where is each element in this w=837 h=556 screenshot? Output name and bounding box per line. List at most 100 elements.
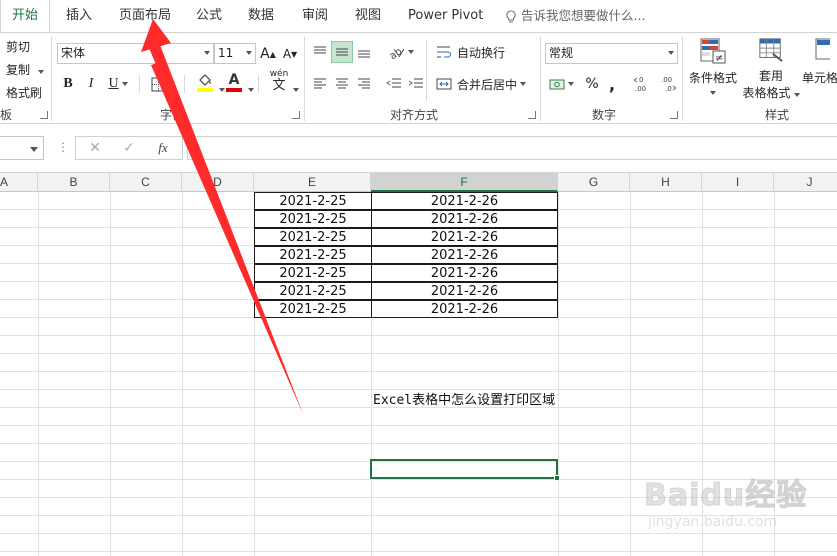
comma-button[interactable]: , — [605, 73, 619, 95]
bold-button[interactable]: B — [60, 73, 76, 95]
cell-styles-button[interactable]: 单元格 — [802, 37, 837, 101]
align-bottom-button[interactable] — [353, 41, 375, 63]
tab-home[interactable]: 开始 — [0, 0, 50, 32]
column-header-d[interactable]: D — [182, 173, 254, 192]
copy-button[interactable]: 复制 — [6, 61, 45, 78]
wrap-text-button[interactable]: 自动换行 — [436, 41, 510, 63]
orientation-button[interactable]: ab — [386, 41, 416, 63]
table-cell[interactable]: 2021-2-26 — [371, 192, 558, 210]
table-cell[interactable]: 2021-2-26 — [371, 210, 558, 228]
column-header-b[interactable]: B — [38, 173, 110, 192]
lightbulb-icon — [506, 9, 516, 23]
fill-handle[interactable] — [554, 475, 560, 481]
column-header-j[interactable]: J — [774, 173, 837, 192]
tab-review[interactable]: 审阅 — [302, 0, 328, 32]
decrease-decimal-button[interactable]: .00 .0 — [659, 73, 679, 95]
table-cell[interactable]: 2021-2-25 — [254, 300, 372, 318]
table-cell[interactable]: 2021-2-26 — [371, 264, 558, 282]
shrink-font-icon: A — [282, 47, 292, 61]
number-format-combo[interactable]: 常规 — [545, 43, 678, 64]
align-middle-button[interactable] — [331, 41, 353, 63]
borders-icon — [151, 77, 166, 91]
number-launcher-icon[interactable] — [670, 111, 678, 119]
format-as-table-button[interactable]: 套用 表格格式 — [740, 37, 802, 101]
table-cell[interactable]: 2021-2-26 — [371, 300, 558, 318]
font-color-button[interactable]: A — [224, 71, 244, 93]
font-size-combo[interactable]: 11 — [214, 43, 256, 64]
table-cell[interactable]: 2021-2-26 — [371, 228, 558, 246]
chevron-down-icon — [248, 88, 254, 92]
increase-indent-button[interactable] — [405, 73, 427, 95]
active-cell-selection[interactable] — [370, 459, 560, 481]
text-orientation-icon: ab — [389, 46, 404, 59]
svg-text:.0: .0 — [665, 85, 672, 93]
tell-me-box[interactable]: 告诉我您想要做什么... — [505, 0, 645, 32]
chevron-down-icon — [793, 93, 800, 97]
shrink-font-button[interactable]: A ▼ — [281, 43, 299, 65]
align-left-button[interactable] — [309, 73, 331, 95]
merge-center-button[interactable]: 合并后居中 — [436, 73, 532, 95]
table-cell[interactable]: 2021-2-25 — [254, 282, 372, 300]
column-header-a[interactable]: A — [0, 173, 38, 192]
note-cell[interactable]: Excel表格中怎么设置打印区域 — [373, 389, 555, 408]
align-right-button[interactable] — [353, 73, 375, 95]
cut-button[interactable]: 剪切 — [6, 38, 30, 55]
fill-color-swatch — [197, 88, 213, 92]
chevron-down-icon — [293, 88, 299, 92]
table-cell[interactable]: 2021-2-25 — [254, 246, 372, 264]
paint-bucket-icon — [199, 74, 211, 86]
align-top-button[interactable] — [309, 41, 331, 63]
format-painter-button[interactable]: 格式刷 — [6, 84, 42, 101]
tab-page-layout[interactable]: 页面布局 — [119, 0, 171, 32]
decrease-indent-icon — [386, 78, 401, 88]
column-header-g[interactable]: G — [558, 173, 630, 192]
table-cell[interactable]: 2021-2-26 — [371, 282, 558, 300]
insert-function-icon[interactable]: fx — [150, 137, 176, 159]
column-header-i[interactable]: I — [702, 173, 774, 192]
decrease-indent-button[interactable] — [383, 73, 405, 95]
table-cell[interactable]: 2021-2-25 — [254, 264, 372, 282]
table-cell[interactable]: 2021-2-25 — [254, 192, 372, 210]
percent-button[interactable]: % — [583, 73, 601, 95]
tab-insert[interactable]: 插入 — [66, 0, 92, 32]
clipboard-launcher-icon[interactable] — [40, 111, 48, 119]
ribbon: 剪切 复制 格式刷 板 宋体 11 A ▲ A ▼ B I U A wén 文 … — [0, 32, 837, 124]
font-launcher-icon[interactable] — [292, 111, 300, 119]
conditional-formatting-button[interactable]: ≠ 条件格式 — [688, 37, 738, 101]
enter-icon[interactable]: ✓ — [116, 137, 142, 159]
phonetic-dropdown[interactable] — [290, 81, 299, 95]
column-header-h[interactable]: H — [630, 173, 702, 192]
tab-power-pivot[interactable]: Power Pivot — [408, 0, 483, 32]
underline-button[interactable]: U — [104, 73, 132, 95]
accounting-format-button[interactable] — [546, 73, 576, 95]
table-cell[interactable]: 2021-2-26 — [371, 246, 558, 264]
grow-font-icon: A — [260, 46, 270, 62]
name-box[interactable] — [0, 136, 44, 160]
grow-font-button[interactable]: A ▲ — [259, 43, 277, 65]
italic-button[interactable]: I — [83, 73, 99, 95]
chevron-down-icon — [169, 82, 175, 86]
tab-view[interactable]: 视图 — [355, 0, 381, 32]
column-header-f[interactable]: F — [371, 173, 558, 192]
column-header-e[interactable]: E — [254, 173, 371, 192]
font-name-combo[interactable]: 宋体 — [57, 43, 214, 64]
font-color-dropdown[interactable] — [245, 81, 254, 95]
cancel-icon[interactable]: ✕ — [82, 137, 108, 159]
svg-text:≠: ≠ — [715, 53, 723, 64]
formula-bar-splitter[interactable]: ⋮ — [57, 140, 69, 154]
align-center-button[interactable] — [331, 73, 353, 95]
group-separator — [304, 37, 305, 121]
borders-button[interactable] — [146, 73, 180, 95]
tab-formulas[interactable]: 公式 — [196, 0, 222, 32]
table-cell[interactable]: 2021-2-25 — [254, 210, 372, 228]
chevron-down-icon — [407, 50, 414, 54]
table-cell[interactable]: 2021-2-25 — [254, 228, 372, 246]
formula-input[interactable] — [187, 136, 837, 160]
column-header-c[interactable]: C — [110, 173, 182, 192]
cut-label: 剪切 — [6, 40, 31, 54]
wrap-text-label: 自动换行 — [457, 45, 506, 60]
phonetic-char: 文 — [272, 78, 286, 93]
alignment-launcher-icon[interactable] — [528, 111, 536, 119]
increase-decimal-button[interactable]: 0 .00 — [633, 73, 653, 95]
tab-data[interactable]: 数据 — [248, 0, 274, 32]
